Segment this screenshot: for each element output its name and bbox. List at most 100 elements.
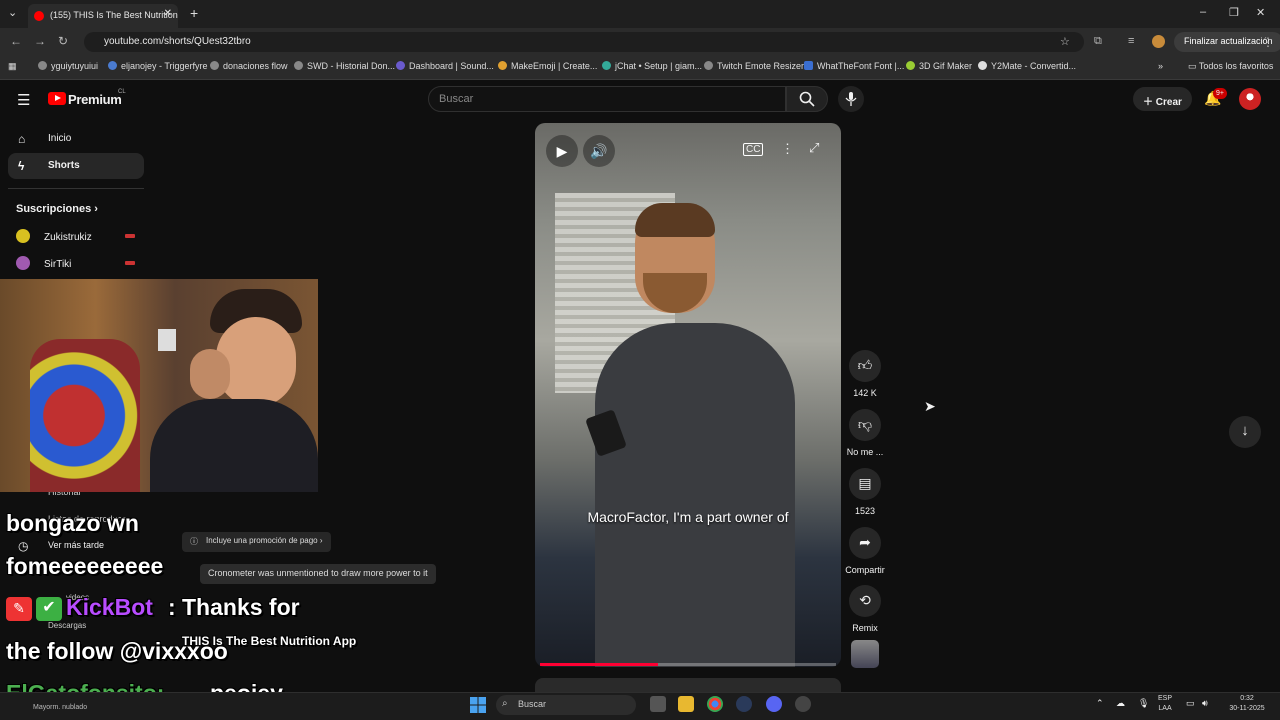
bookmark-star-icon[interactable]: ☆ [1060, 35, 1070, 48]
account-avatar[interactable] [1239, 88, 1261, 110]
menu-dots-icon[interactable]: ⋮ [1262, 35, 1274, 49]
closed-captions-icon[interactable]: CC [743, 143, 764, 156]
network-icon[interactable]: ▭ [1186, 698, 1195, 709]
back-icon[interactable]: ← [10, 34, 22, 48]
remix-icon: ⟲ [849, 585, 881, 617]
chat-username: KickBot [66, 594, 153, 620]
tab-title: (155) THIS Is The Best Nutrition [50, 10, 178, 20]
bookmark-item[interactable]: Dashboard | Sound... [396, 61, 494, 71]
progress-fill [540, 663, 659, 666]
search-icon [799, 91, 815, 107]
share-icon: ➦ [849, 527, 881, 559]
file-explorer-icon[interactable] [678, 696, 694, 712]
search-input[interactable]: Buscar [428, 86, 786, 112]
profile-avatar[interactable] [1152, 35, 1165, 48]
youtube-logo-icon[interactable] [48, 92, 66, 105]
language-indicator[interactable]: ESP LAA [1158, 694, 1172, 714]
task-view-icon[interactable] [650, 696, 666, 712]
address-bar[interactable]: youtube.com/shorts/QUest32tbro [84, 32, 1084, 52]
close-tab-icon[interactable]: ✕ [164, 8, 172, 19]
app-icon[interactable] [736, 696, 752, 712]
settings-gear-icon[interactable] [795, 696, 811, 712]
chat-line: the follow @vixxxoo [6, 638, 228, 664]
create-button[interactable]: ＋ Crear [1133, 87, 1192, 111]
remix-button[interactable]: ⟲ Remix [842, 585, 888, 633]
bookmark-item[interactable]: jChat • Setup | giam... [602, 61, 702, 71]
avatar [16, 256, 30, 270]
comments-button[interactable]: ▤ 1523 [842, 468, 888, 516]
weather-text[interactable]: Mayorm. nublado [33, 704, 87, 711]
tab-search-icon[interactable]: ⌄ [8, 6, 17, 19]
chat-line: bongazo wn [6, 510, 139, 536]
shorts-video-player[interactable]: ▶ 🔊 CC ⋮ ⤢ MacroFactor, I'm a part owner… [535, 123, 841, 667]
mic-tray-icon[interactable]: 🎙︎ [1138, 698, 1149, 709]
youtube-favicon-icon [34, 11, 44, 21]
taskbar-search[interactable]: ⌕ Buscar [496, 695, 636, 715]
sidebar-item-shorts[interactable]: ϟ Shorts [8, 153, 144, 179]
browser-tab[interactable]: (155) THIS Is The Best Nutrition ✕ [28, 4, 178, 28]
window-close-icon[interactable]: ✕ [1256, 6, 1265, 19]
bookmark-item[interactable]: Twitch Emote Resizer [704, 61, 804, 71]
dislike-label: No me ... [846, 447, 884, 457]
cloud-icon[interactable]: ☁ [1116, 698, 1125, 709]
video-caption: MacroFactor, I'm a part owner of [587, 509, 789, 525]
more-bookmarks-icon[interactable]: » [1158, 61, 1163, 71]
subscriptions-heading[interactable]: Suscripciones › [16, 203, 98, 215]
tray-chevron-up-icon[interactable]: ⌃ [1096, 698, 1104, 709]
checkmark-emote-icon: ✔ [36, 597, 62, 621]
progress-bar[interactable] [540, 663, 836, 666]
windows-start-icon[interactable] [470, 697, 486, 713]
dislike-button[interactable]: 👎︎ No me ... [842, 409, 888, 457]
next-video-button[interactable]: ↓ [1229, 416, 1261, 448]
bookmark-item[interactable]: eljanojey - Triggerfyre [108, 61, 208, 71]
hamburger-menu-icon[interactable]: ☰ [17, 91, 30, 109]
forward-icon[interactable]: → [34, 34, 46, 48]
apps-grid-icon[interactable]: ▦ [8, 61, 17, 72]
media-controls-icon[interactable]: ≡ [1128, 35, 1134, 47]
premium-logo-text[interactable]: Premium [68, 92, 122, 107]
sidebar-item-watch-later[interactable]: Ver más tarde [48, 540, 104, 550]
chat-colon: : [168, 594, 176, 620]
chrome-icon[interactable] [707, 696, 723, 712]
voice-search-button[interactable] [838, 86, 864, 112]
like-button[interactable]: 👍︎ 142 K [842, 350, 888, 398]
fullscreen-icon[interactable]: ⤢ [809, 140, 819, 156]
search-button[interactable] [786, 86, 828, 112]
volume-tray-icon[interactable]: 🔊︎ [1202, 698, 1208, 709]
live-indicator-icon [125, 234, 135, 238]
next-short-preview[interactable] [535, 678, 841, 692]
maximize-icon[interactable]: ❐ [1229, 6, 1239, 19]
rocket-emote-icon: ✎ [6, 597, 32, 621]
extensions-icon[interactable]: ⧉ [1094, 35, 1102, 48]
chat-line: Thanks for [182, 594, 300, 620]
clock[interactable]: 0:32 30-11-2025 [1222, 694, 1272, 714]
play-button[interactable]: ▶ [546, 135, 578, 167]
more-options-icon[interactable]: ⋮ [781, 141, 794, 157]
webcam-overlay [0, 279, 318, 492]
share-button[interactable]: ➦ Compartir [842, 527, 888, 575]
new-tab-icon[interactable]: + [190, 5, 198, 21]
sidebar-item-home[interactable]: ⌂ Inicio [8, 126, 144, 152]
bookmark-item[interactable]: 3D Gif Maker [906, 61, 972, 71]
sidebar-sub-item[interactable]: Zukistrukiz [16, 229, 92, 243]
sidebar-sub-item[interactable]: SirTiki [16, 256, 71, 270]
volume-button[interactable]: 🔊 [583, 135, 615, 167]
bookmark-item[interactable]: donaciones flow [210, 61, 288, 71]
like-count: 142 K [853, 388, 877, 398]
all-bookmarks-folder[interactable]: ▭ Todos los favoritos [1188, 61, 1273, 72]
bookmark-item[interactable]: Y2Mate - Convertid... [978, 61, 1076, 71]
streamer [150, 289, 318, 492]
reload-icon[interactable]: ↻ [58, 34, 68, 48]
folder-icon: ▭ [1188, 61, 1199, 71]
bookmark-item[interactable]: yguiytuyuiui [38, 61, 98, 71]
discord-icon[interactable] [766, 696, 782, 712]
minimize-icon[interactable]: – [1200, 6, 1206, 18]
paid-promotion-badge[interactable]: ⓘ Incluye una promoción de pago › [182, 532, 331, 552]
plus-icon: ＋ [1143, 97, 1156, 108]
bookmark-item[interactable]: MakeEmoji | Create... [498, 61, 597, 71]
sidebar-item-downloads[interactable]: Descargas [48, 621, 86, 630]
bookmark-item[interactable]: SWD - Historial Don... [294, 61, 395, 71]
bookmark-item[interactable]: WhatTheFont Font |... [804, 61, 904, 71]
sound-thumbnail[interactable] [851, 640, 879, 668]
windows-taskbar [0, 692, 1280, 720]
